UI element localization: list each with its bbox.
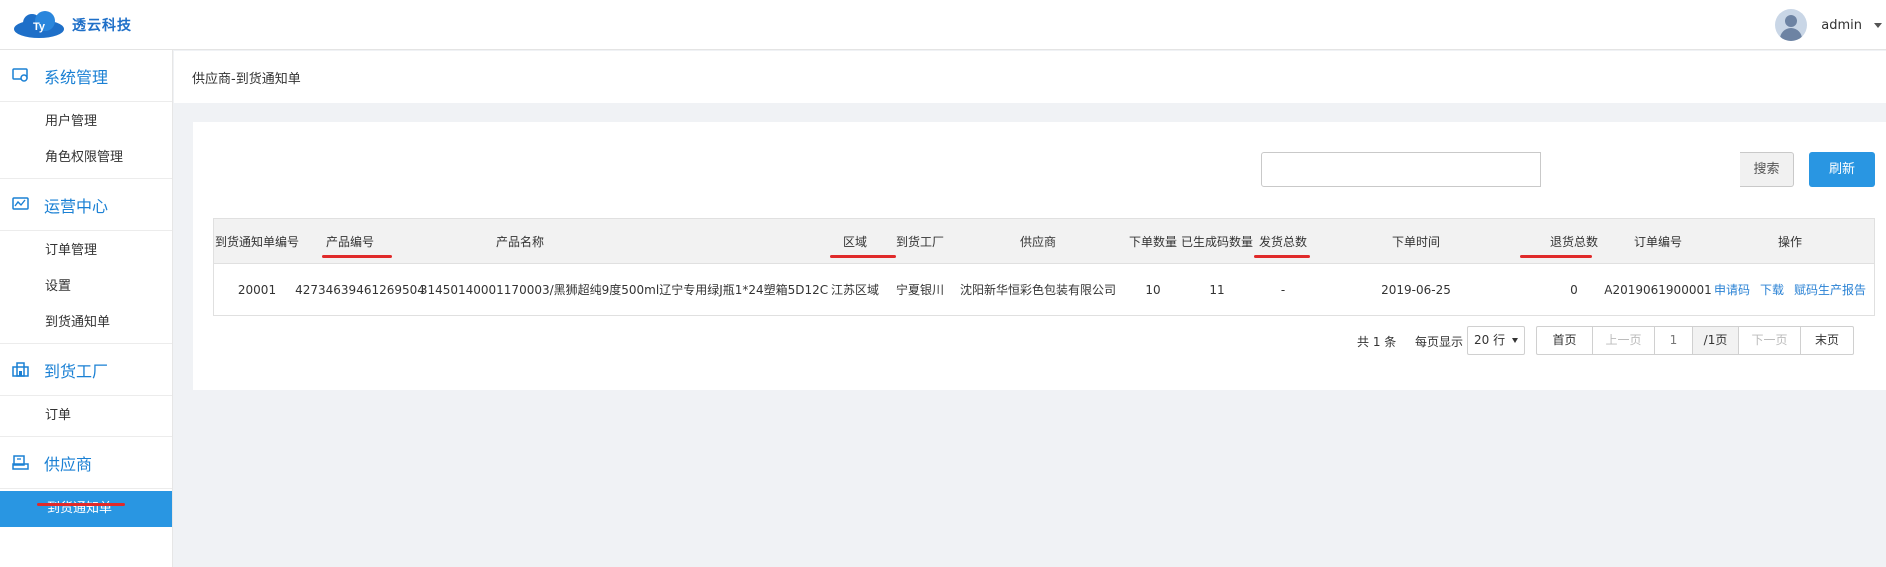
sidebar-item-roles[interactable]: 角色权限管理 xyxy=(0,140,172,176)
username[interactable]: admin xyxy=(1821,18,1862,33)
top-header: Ty 透云科技 admin xyxy=(0,0,1886,50)
col-header-supplier: 供应商 xyxy=(1019,234,1056,249)
table-header: 到货通知单编号 产品编号 产品名称 区域 到货工厂 供应商 下单数量 已生成码数… xyxy=(214,219,1874,264)
sidebar-item-arrival-notice[interactable]: 到货通知单 xyxy=(0,491,172,527)
breadcrumb: 供应商-到货通知单 xyxy=(192,72,301,87)
sidebar-group-operations[interactable]: 运营中心 xyxy=(0,179,172,231)
annotation-underline xyxy=(830,255,896,258)
pagination-total: 共 1 条 xyxy=(1357,335,1397,349)
sidebar-submenu-supplier: 到货通知单 xyxy=(0,489,172,529)
per-page-select[interactable]: 20 行 xyxy=(1467,326,1525,355)
logo[interactable]: Ty 透云科技 xyxy=(12,8,132,42)
col-header-notice-id: 到货通知单编号 xyxy=(214,234,299,249)
cell-product-name: 31450140001170003/黑狮超纯9度500ml辽宁专用绿J瓶1*24… xyxy=(419,283,829,297)
col-header-order-time: 下单时间 xyxy=(1391,234,1440,249)
per-page-value: 20 行 xyxy=(1474,333,1506,347)
apply-code-link[interactable]: 申请码 xyxy=(1714,281,1750,298)
cell-region: 江苏区域 xyxy=(830,283,879,297)
cell-product-code: 42734639461269504 xyxy=(295,282,425,297)
arrival-notice-table: 到货通知单编号 产品编号 产品名称 区域 到货工厂 供应商 下单数量 已生成码数… xyxy=(213,218,1875,316)
sidebar-submenu-operations: 订单管理 设置 到货通知单 xyxy=(0,231,172,344)
annotation-underline xyxy=(1254,255,1310,258)
page-count: /1页 xyxy=(1693,327,1739,354)
annotation-underline xyxy=(37,503,125,506)
chevron-down-icon[interactable] xyxy=(1874,22,1882,28)
sidebar-submenu-system: 用户管理 角色权限管理 xyxy=(0,102,172,179)
cell-notice-id: 20001 xyxy=(237,282,277,297)
brand-name: 透云科技 xyxy=(72,18,132,34)
next-page-button[interactable]: 下一页 xyxy=(1739,327,1801,354)
sidebar-group-label: 系统管理 xyxy=(44,67,109,87)
sidebar-group-supplier[interactable]: 供应商 xyxy=(0,437,172,489)
refresh-button[interactable]: 刷新 xyxy=(1809,152,1875,187)
breadcrumb-bar: 供应商-到货通知单 xyxy=(174,51,1886,103)
chevron-down-icon xyxy=(1512,338,1518,343)
production-report-link[interactable]: 赋码生产报告 xyxy=(1794,281,1866,298)
user-menu[interactable]: admin xyxy=(1775,5,1886,45)
download-link[interactable]: 下载 xyxy=(1760,281,1784,298)
cell-factory: 宁夏银川 xyxy=(895,283,944,297)
first-page-button[interactable]: 首页 xyxy=(1537,327,1593,354)
cell-order-time: 2019-06-25 xyxy=(1381,282,1451,297)
sidebar-item-orders[interactable]: 订单 xyxy=(0,398,172,434)
sidebar-group-factory[interactable]: 到货工厂 xyxy=(0,344,172,396)
cell-shipped-total: - xyxy=(1280,282,1286,297)
search-button[interactable]: 搜索 xyxy=(1740,152,1794,187)
sidebar: 系统管理 用户管理 角色权限管理 运营中心 订单管理 设置 到货通知单 到货工厂… xyxy=(0,50,173,567)
col-header-actions: 操作 xyxy=(1777,234,1802,249)
sidebar-item-order-management[interactable]: 订单管理 xyxy=(0,233,172,269)
building-icon xyxy=(12,362,29,377)
col-header-generated-qty: 已生成码数量 xyxy=(1180,234,1253,249)
annotation-underline xyxy=(322,255,392,258)
monitor-chart-icon xyxy=(12,197,29,212)
supplier-icon xyxy=(12,455,29,470)
search-input[interactable] xyxy=(1261,152,1541,187)
col-header-factory: 到货工厂 xyxy=(895,234,944,249)
sidebar-group-label: 运营中心 xyxy=(44,196,109,216)
page-number-input[interactable]: 1 xyxy=(1655,327,1693,354)
cloud-logo-icon: Ty xyxy=(12,11,66,39)
sidebar-group-label: 到货工厂 xyxy=(44,361,109,381)
sidebar-item-arrival-notice-ops[interactable]: 到货通知单 xyxy=(0,305,172,341)
sidebar-item-users[interactable]: 用户管理 xyxy=(0,104,172,140)
sidebar-item-settings[interactable]: 设置 xyxy=(0,269,172,305)
sidebar-group-label: 供应商 xyxy=(44,454,93,474)
avatar[interactable] xyxy=(1775,9,1808,41)
table-row[interactable]: 20001 42734639461269504 3145014000117000… xyxy=(214,264,1874,315)
col-header-product-name: 产品名称 xyxy=(495,234,544,249)
sidebar-group-system[interactable]: 系统管理 xyxy=(0,50,172,102)
logo-badge-text: Ty xyxy=(33,21,46,33)
cell-order-qty: 10 xyxy=(1145,282,1161,297)
last-page-button[interactable]: 末页 xyxy=(1801,327,1853,354)
cell-supplier: 沈阳新华恒彩色包装有限公司 xyxy=(959,283,1116,297)
per-page-label: 每页显示 xyxy=(1415,335,1464,349)
settings-screen-icon xyxy=(12,68,29,83)
cell-actions: 申请码 下载 赋码生产报告 xyxy=(1704,264,1876,315)
annotation-underline xyxy=(1520,255,1592,258)
prev-page-button[interactable]: 上一页 xyxy=(1593,327,1655,354)
sidebar-submenu-factory: 订单 xyxy=(0,396,172,437)
pagination: 首页 上一页 1 /1页 下一页 末页 xyxy=(1536,326,1854,355)
cell-generated-qty: 11 xyxy=(1209,282,1225,297)
col-header-order-qty: 下单数量 xyxy=(1128,234,1177,249)
